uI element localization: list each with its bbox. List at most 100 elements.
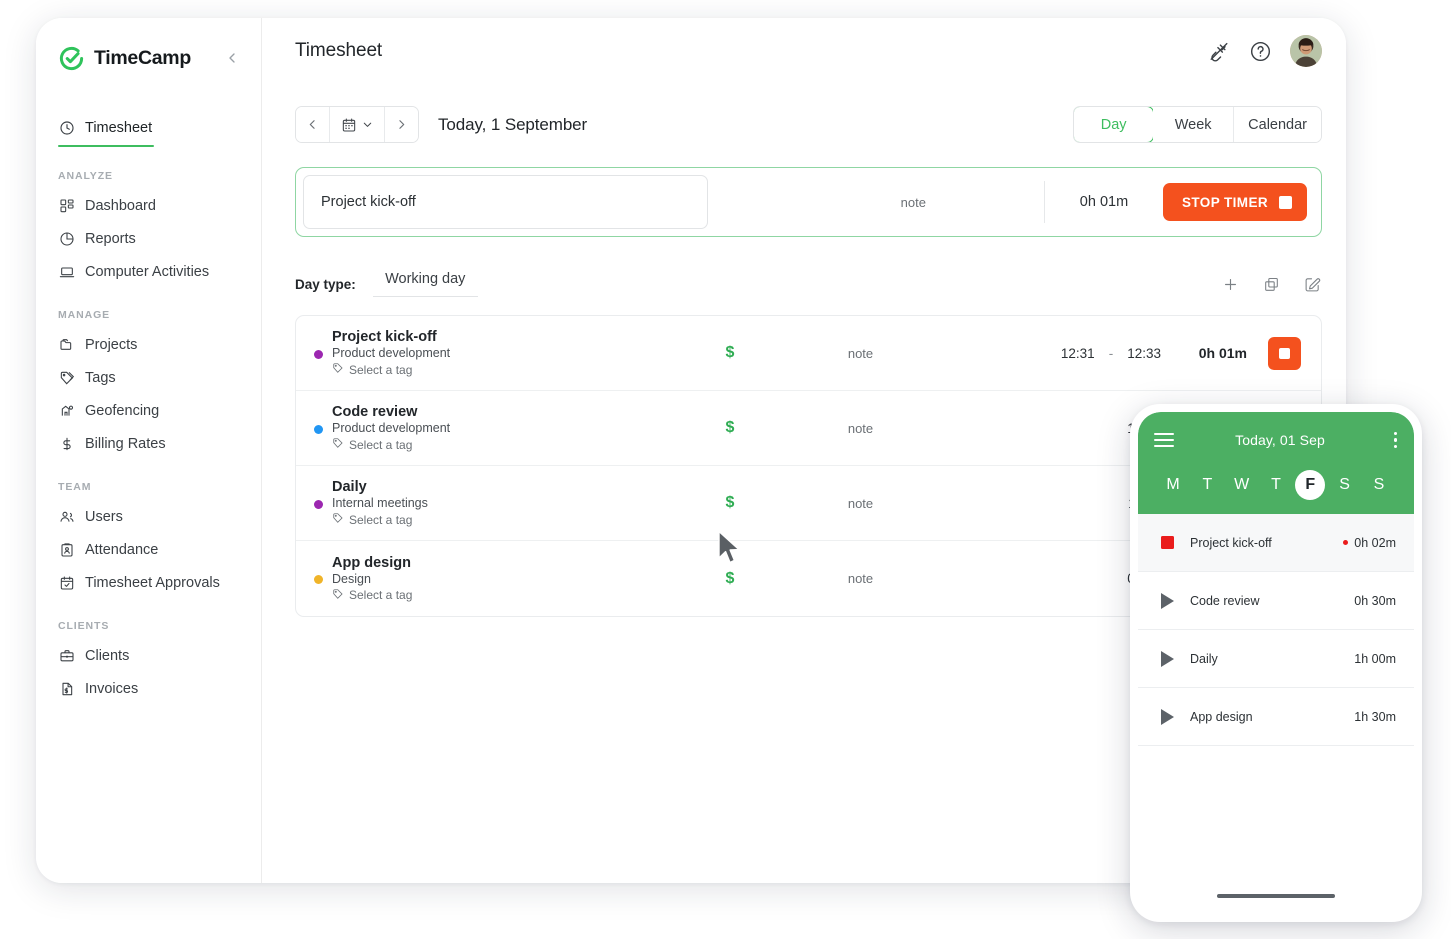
- plus-icon[interactable]: [1220, 274, 1240, 294]
- entry-note[interactable]: note: [770, 571, 1011, 586]
- phone-play-button[interactable]: [1156, 648, 1178, 670]
- stop-square-icon: [1279, 195, 1292, 209]
- phone-day-wednesday[interactable]: W: [1227, 470, 1257, 500]
- entry-tag-selector[interactable]: Select a tag: [332, 362, 654, 377]
- sidebar-item-projects[interactable]: Projects: [36, 328, 261, 361]
- sidebar-item-billing-rates[interactable]: Billing Rates: [36, 427, 261, 460]
- phone-play-button[interactable]: [1156, 590, 1178, 612]
- phone-entry-title: Code review: [1190, 593, 1260, 608]
- sidebar-item-computer-activities[interactable]: Computer Activities: [36, 255, 261, 288]
- phone-date-label: Today, 01 Sep: [1235, 432, 1325, 448]
- entry-tag-selector[interactable]: Select a tag: [332, 437, 654, 452]
- entry-end-time: 12:33: [1127, 345, 1161, 361]
- entry-title[interactable]: Project kick-off: [332, 329, 654, 345]
- phone-play-button[interactable]: [1156, 706, 1178, 728]
- list-item[interactable]: App design 1h 30m: [1138, 688, 1414, 746]
- timer-note-field[interactable]: note: [901, 195, 1044, 210]
- day-type-select[interactable]: Working day: [372, 271, 478, 297]
- sidebar-item-invoices[interactable]: Invoices: [36, 672, 261, 705]
- entry-duration[interactable]: 0h 01m: [1161, 345, 1247, 361]
- question-circle-icon[interactable]: [1248, 39, 1273, 64]
- entry-project[interactable]: Product development: [314, 421, 654, 435]
- user-avatar[interactable]: [1290, 35, 1322, 67]
- sidebar-item-label: Reports: [85, 230, 136, 247]
- current-date-label: Today, 1 September: [438, 114, 588, 134]
- list-item[interactable]: Code review 0h 30m: [1138, 572, 1414, 630]
- list-item[interactable]: Project kick-off 0h 02m: [1138, 514, 1414, 572]
- entry-title[interactable]: Code review: [332, 404, 654, 420]
- entry-project[interactable]: Product development: [314, 346, 654, 360]
- sidebar-item-geofencing[interactable]: Geofencing: [36, 394, 261, 427]
- stop-square-icon: [1160, 536, 1174, 549]
- view-mode-day[interactable]: Day: [1074, 107, 1155, 142]
- previous-day-button[interactable]: [296, 107, 329, 142]
- phone-day-monday[interactable]: M: [1158, 470, 1188, 500]
- sidebar-item-timesheet[interactable]: Timesheet: [36, 111, 261, 147]
- timer-task-input[interactable]: Project kick-off: [303, 175, 708, 229]
- entry-project[interactable]: Internal meetings: [314, 496, 654, 510]
- next-day-button[interactable]: [385, 107, 418, 142]
- phone-day-saturday[interactable]: S: [1330, 470, 1360, 500]
- active-indicator: [58, 144, 154, 147]
- sidebar-collapse-button[interactable]: [221, 47, 243, 69]
- entry-info: Code review Product development Select a…: [314, 404, 654, 452]
- project-color-dot: [314, 499, 323, 509]
- tag-icon: [332, 588, 344, 603]
- view-mode-calendar[interactable]: Calendar: [1234, 107, 1321, 142]
- entry-info: Project kick-off Product development Sel…: [314, 329, 654, 377]
- hamburger-menu-icon[interactable]: [1154, 433, 1174, 447]
- entry-project[interactable]: Design: [314, 572, 654, 586]
- billable-toggle[interactable]: $: [690, 419, 770, 437]
- table-row[interactable]: Project kick-off Product development Sel…: [296, 316, 1321, 391]
- entry-title[interactable]: App design: [332, 555, 654, 571]
- copy-icon[interactable]: [1261, 274, 1281, 294]
- sidebar-item-timesheet-approvals[interactable]: Timesheet Approvals: [36, 566, 261, 599]
- stop-entry-button[interactable]: [1267, 336, 1301, 370]
- phone-day-friday[interactable]: F: [1295, 470, 1326, 500]
- phone-entry-duration: 0h 30m: [1354, 593, 1396, 608]
- entry-note[interactable]: note: [770, 421, 1011, 436]
- entry-note[interactable]: note: [770, 496, 1011, 511]
- edit-pencil-icon[interactable]: [1302, 274, 1322, 294]
- sidebar-item-label: Invoices: [85, 680, 139, 697]
- phone-day-sunday[interactable]: S: [1364, 470, 1394, 500]
- sidebar-item-attendance[interactable]: Attendance: [36, 533, 261, 566]
- entry-time-range[interactable]: 12:31 - 12:33: [1011, 346, 1161, 361]
- sidebar-item-reports[interactable]: Reports: [36, 222, 261, 255]
- stop-timer-button[interactable]: STOP TIMER: [1162, 183, 1307, 221]
- stop-timer-label: STOP TIMER: [1181, 194, 1268, 210]
- sidebar-item-clients[interactable]: Clients: [36, 639, 261, 672]
- entry-note[interactable]: note: [770, 346, 1011, 361]
- sidebar-item-dashboard[interactable]: Dashboard: [36, 189, 261, 222]
- phone-entry-title: App design: [1190, 709, 1253, 724]
- billable-toggle[interactable]: $: [690, 570, 770, 588]
- sidebar-group-team-label: TEAM: [58, 481, 92, 493]
- billable-toggle[interactable]: $: [690, 494, 770, 512]
- calendar-picker-button[interactable]: [329, 107, 385, 142]
- phone-weekday-strip: M T W T F S S: [1154, 470, 1398, 500]
- phone-day-thursday[interactable]: T: [1261, 470, 1291, 500]
- date-nav-group: [295, 106, 419, 143]
- phone-home-indicator: [1217, 894, 1335, 898]
- play-icon: [1160, 650, 1174, 667]
- entry-title[interactable]: Daily: [332, 479, 654, 495]
- billable-toggle[interactable]: $: [690, 344, 770, 362]
- sidebar-item-label: Billing Rates: [85, 435, 166, 452]
- phone-day-tuesday[interactable]: T: [1192, 470, 1222, 500]
- entry-action-cell: [1247, 336, 1321, 370]
- date-navigation-row: Today, 1 September Day Week Calendar: [262, 106, 1346, 143]
- calendar-check-icon: [58, 574, 75, 591]
- phone-entry-duration: 1h 30m: [1354, 709, 1396, 724]
- entry-tag-selector[interactable]: Select a tag: [332, 588, 654, 603]
- tag-icon: [58, 369, 75, 386]
- project-color-dot: [314, 575, 323, 584]
- entry-tag-selector[interactable]: Select a tag: [332, 512, 654, 527]
- view-mode-toggle: Day Week Calendar: [1073, 106, 1322, 143]
- view-mode-week[interactable]: Week: [1153, 107, 1235, 142]
- sidebar-item-users[interactable]: Users: [36, 500, 261, 533]
- phone-stop-button[interactable]: [1156, 532, 1178, 554]
- sidebar-item-tags[interactable]: Tags: [36, 361, 261, 394]
- list-item[interactable]: Daily 1h 00m: [1138, 630, 1414, 688]
- more-vertical-icon[interactable]: [1394, 431, 1398, 449]
- plug-disconnected-icon[interactable]: [1206, 39, 1231, 64]
